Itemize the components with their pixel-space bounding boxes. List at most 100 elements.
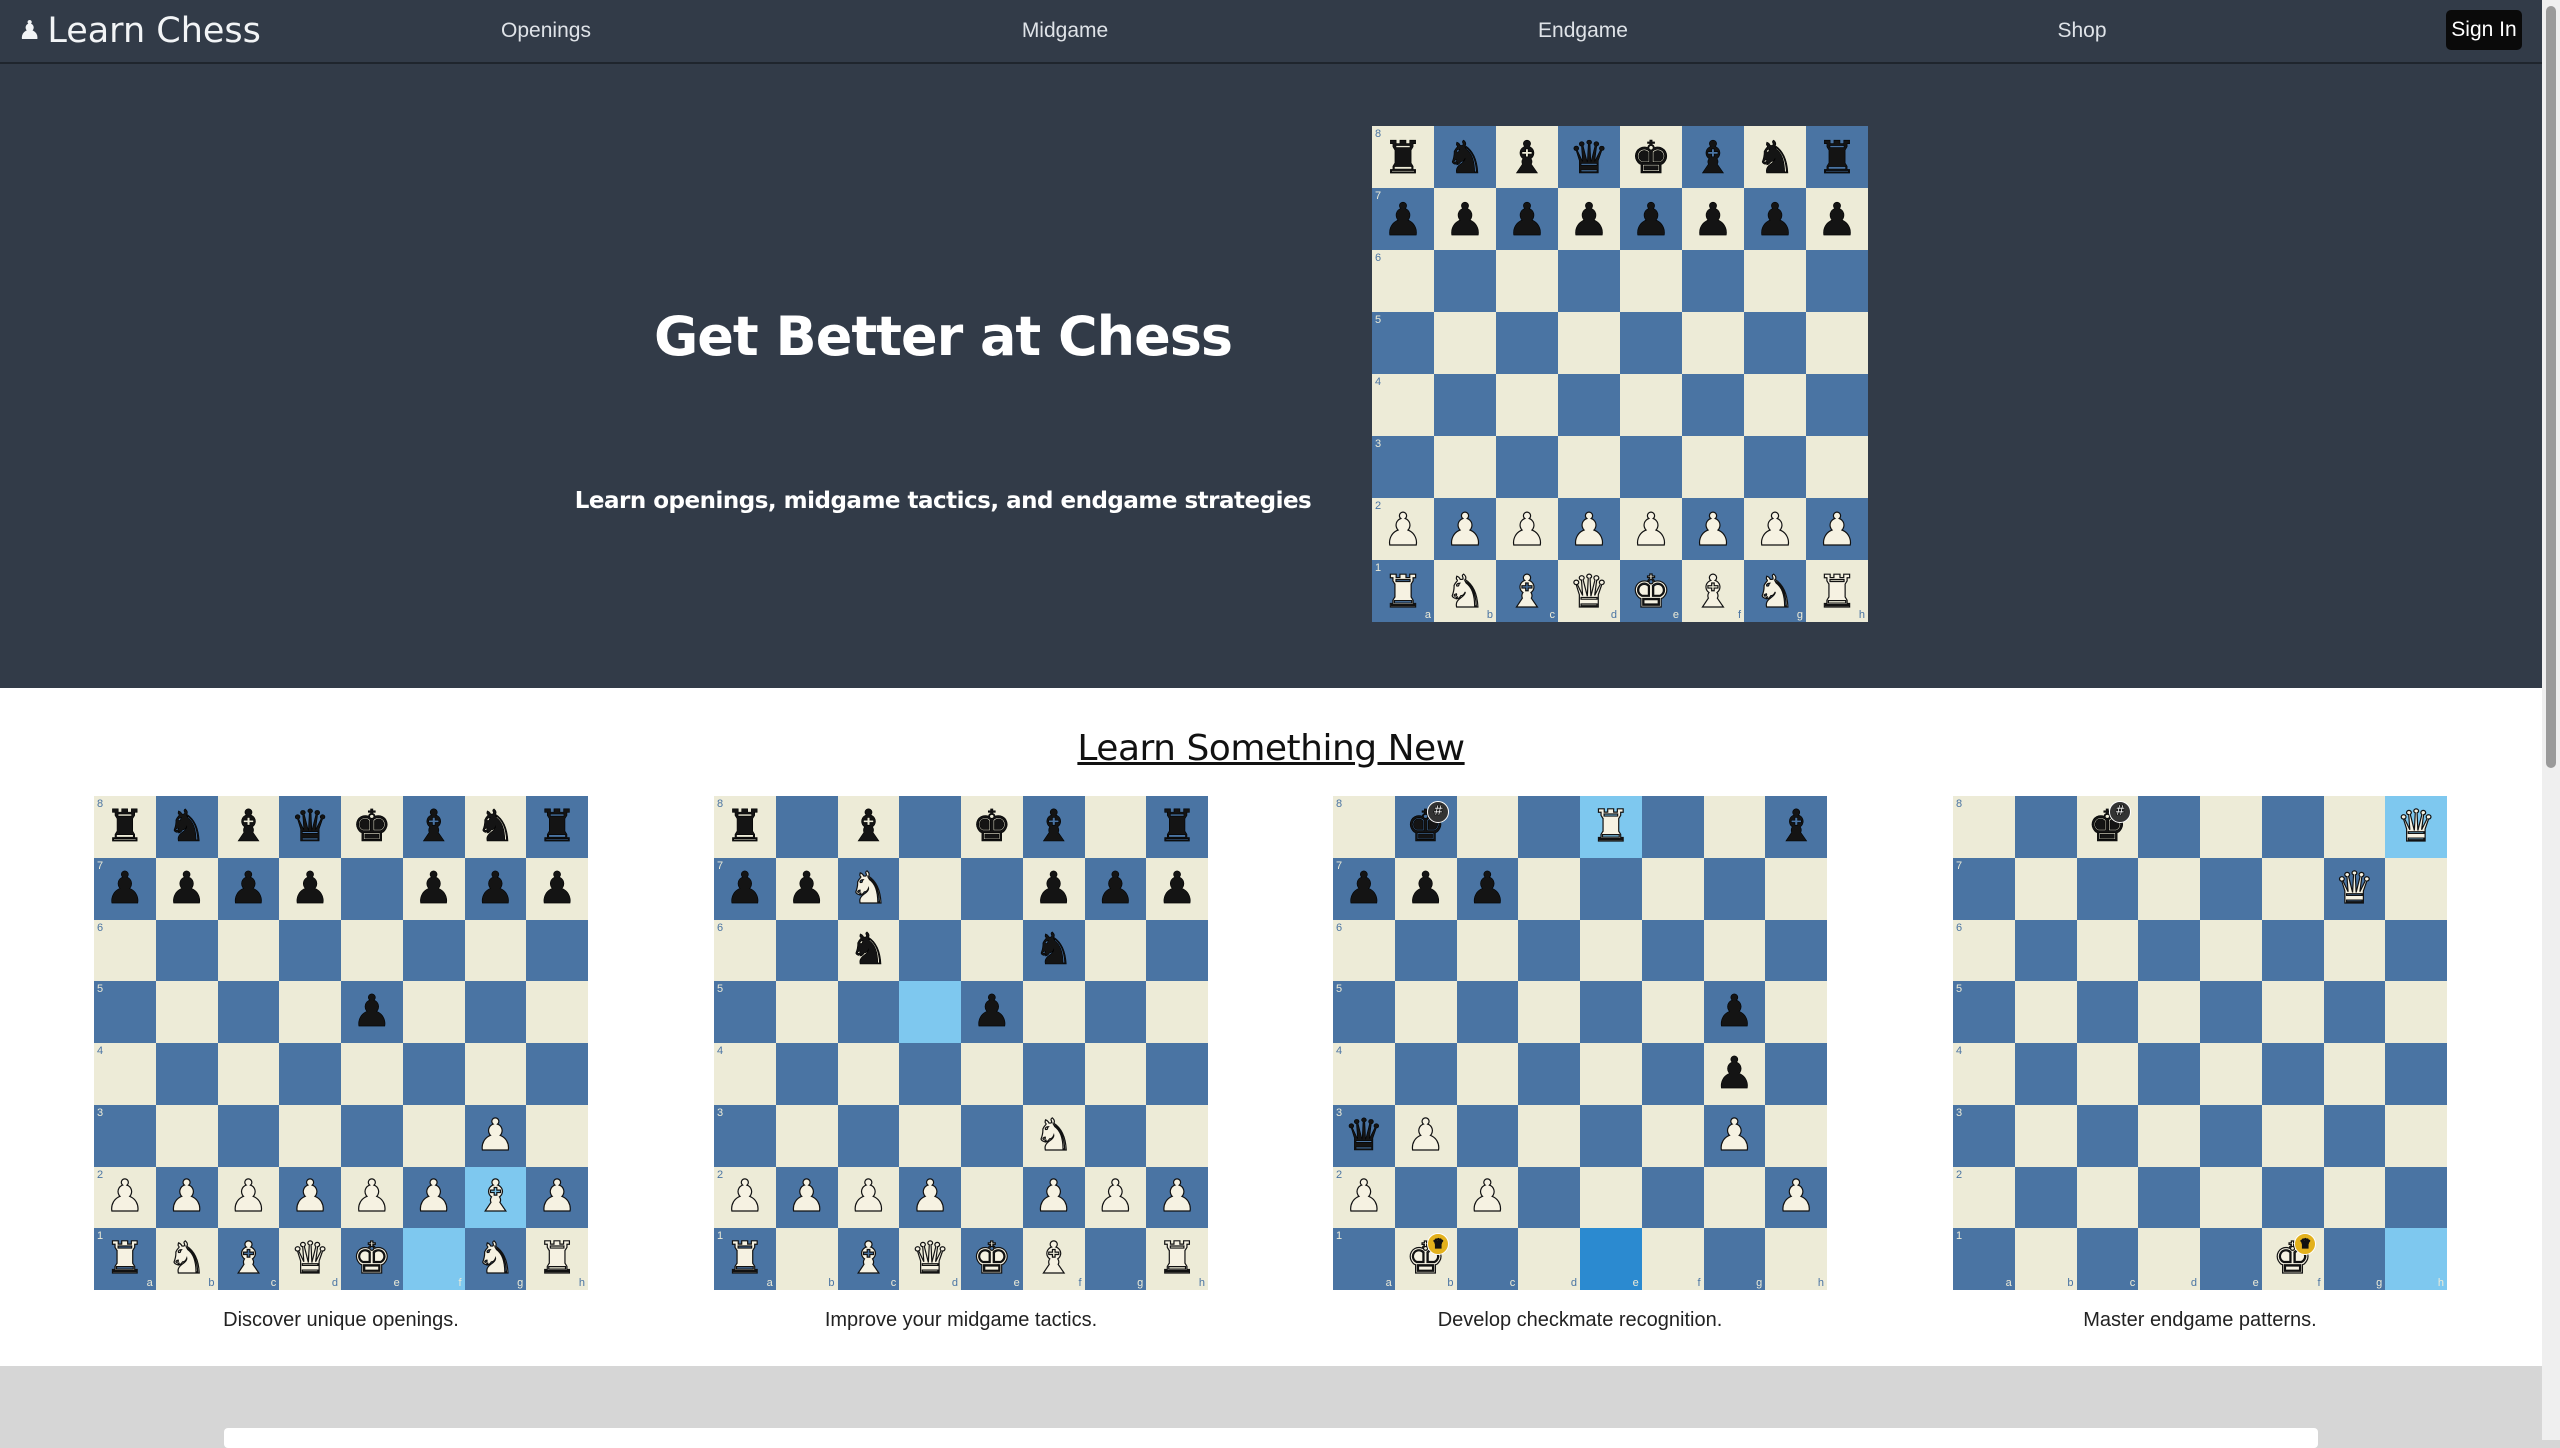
white-pawn-icon[interactable]: ♟ <box>1405 1113 1446 1158</box>
white-rook-icon[interactable]: ♜ <box>1816 568 1858 614</box>
square-h4[interactable] <box>1765 1043 1827 1105</box>
square-g7[interactable] <box>1703 857 1766 920</box>
brand-logo[interactable]: ♟ Learn Chess <box>18 0 261 62</box>
white-queen-icon[interactable]: ♛ <box>2396 804 2437 849</box>
square-a4[interactable]: 4 <box>1333 1043 1395 1105</box>
square-h5[interactable] <box>526 981 588 1043</box>
black-pawn-icon[interactable]: ♟ <box>725 866 765 911</box>
square-e3[interactable] <box>2200 1104 2262 1167</box>
white-pawn-icon[interactable]: ♟ <box>290 1174 331 1219</box>
square-d5[interactable] <box>279 981 341 1043</box>
white-pawn-icon[interactable]: ♟ <box>1568 506 1610 552</box>
black-king-icon[interactable]: ♚ <box>352 804 392 849</box>
black-pawn-icon[interactable]: ♟ <box>1693 196 1734 242</box>
square-e5[interactable] <box>1580 981 1642 1043</box>
square-b7[interactable]: ♟ <box>1434 188 1496 250</box>
square-c2[interactable]: ♟ <box>1496 498 1558 560</box>
square-f6[interactable] <box>1641 919 1704 982</box>
black-bishop-icon[interactable]: ♝ <box>1034 804 1074 849</box>
square-b2[interactable] <box>2014 1166 2077 1229</box>
square-f1[interactable]: f ♚ ♛ <box>2261 1228 2324 1290</box>
black-pawn-icon[interactable]: ♟ <box>787 866 827 911</box>
square-a7[interactable]: 7 ♟ <box>714 857 776 920</box>
square-b6[interactable] <box>2014 919 2077 982</box>
white-pawn-icon[interactable]: ♟ <box>1467 1174 1508 1219</box>
white-pawn-icon[interactable]: ♟ <box>1095 1174 1136 1219</box>
square-a4[interactable]: 4 <box>1953 1043 2015 1105</box>
black-pawn-icon[interactable]: ♟ <box>1406 866 1446 911</box>
square-h6[interactable] <box>1765 919 1827 982</box>
square-f6[interactable] <box>402 919 465 982</box>
black-bishop-icon[interactable]: ♝ <box>1507 134 1548 180</box>
square-a4[interactable]: 4 <box>1372 374 1434 436</box>
square-c3[interactable] <box>2076 1104 2139 1167</box>
square-g1[interactable]: g <box>1084 1228 1147 1290</box>
black-pawn-icon[interactable]: ♟ <box>414 866 454 911</box>
square-h2[interactable]: ♟ <box>1806 498 1868 560</box>
square-c8[interactable]: ♝ <box>217 796 280 858</box>
square-f4[interactable] <box>1682 374 1744 436</box>
square-b1[interactable]: b <box>775 1228 838 1290</box>
square-e1[interactable]: e ♚ <box>341 1228 403 1290</box>
square-b5[interactable] <box>155 981 218 1043</box>
square-h7[interactable]: ♟ <box>1806 188 1868 250</box>
white-rook-icon[interactable]: ♜ <box>725 1236 766 1281</box>
square-a6[interactable]: 6 <box>94 919 156 982</box>
square-d1[interactable]: d <box>1518 1228 1580 1290</box>
square-g8[interactable]: ♞ <box>464 796 527 858</box>
square-g6[interactable] <box>1084 919 1147 982</box>
square-f3[interactable] <box>402 1104 465 1167</box>
square-e5[interactable]: ♟ <box>341 981 403 1043</box>
white-bishop-icon[interactable]: ♝ <box>848 1236 889 1281</box>
nav-link-shop[interactable]: Shop <box>2057 0 2106 62</box>
square-h7[interactable] <box>2385 857 2447 920</box>
square-c8[interactable]: ♝ <box>837 796 900 858</box>
black-rook-icon[interactable]: ♜ <box>1383 134 1424 180</box>
square-e8[interactable]: ♚ <box>1620 126 1682 188</box>
black-queen-icon[interactable]: ♛ <box>290 804 330 849</box>
white-pawn-icon[interactable]: ♟ <box>1754 506 1796 552</box>
square-h6[interactable] <box>526 919 588 982</box>
square-c1[interactable]: c ♝ <box>217 1228 280 1290</box>
white-knight-icon[interactable]: ♞ <box>1754 568 1796 614</box>
square-f7[interactable]: ♟ <box>402 857 465 920</box>
square-b2[interactable] <box>1394 1166 1457 1229</box>
scrollbar-thumb[interactable] <box>2546 6 2556 768</box>
square-c6[interactable]: ♞ <box>837 919 900 982</box>
square-c7[interactable] <box>2076 857 2139 920</box>
square-g2[interactable]: ♝ <box>464 1166 527 1229</box>
white-rook-icon[interactable]: ♜ <box>1157 1236 1198 1281</box>
black-pawn-icon[interactable]: ♟ <box>1714 989 1754 1034</box>
white-bishop-icon[interactable]: ♝ <box>475 1174 516 1219</box>
square-d6[interactable] <box>279 919 341 982</box>
white-knight-icon[interactable]: ♞ <box>1033 1113 1074 1158</box>
square-d5[interactable] <box>2138 981 2200 1043</box>
square-d2[interactable]: ♟ <box>279 1166 341 1229</box>
square-c4[interactable] <box>217 1043 280 1105</box>
square-d4[interactable] <box>1558 374 1620 436</box>
square-h4[interactable] <box>2385 1043 2447 1105</box>
black-knight-icon[interactable]: ♞ <box>1445 134 1486 180</box>
square-e6[interactable] <box>961 919 1023 982</box>
black-knight-icon[interactable]: ♞ <box>475 804 515 849</box>
square-h7[interactable]: ♟ <box>1146 857 1208 920</box>
square-b4[interactable] <box>155 1043 218 1105</box>
white-pawn-icon[interactable]: ♟ <box>1157 1174 1198 1219</box>
square-e6[interactable] <box>2200 919 2262 982</box>
square-e7[interactable] <box>341 857 403 920</box>
black-rook-icon[interactable]: ♜ <box>105 804 145 849</box>
black-king-icon[interactable]: ♚ <box>1631 134 1672 180</box>
square-b3[interactable] <box>155 1104 218 1167</box>
black-king-icon[interactable]: ♚ <box>972 804 1012 849</box>
square-d2[interactable] <box>1518 1166 1580 1229</box>
white-pawn-icon[interactable]: ♟ <box>1714 1113 1755 1158</box>
square-d4[interactable] <box>279 1043 341 1105</box>
square-d5[interactable] <box>1518 981 1580 1043</box>
square-d7[interactable]: ♟ <box>279 857 341 920</box>
square-c6[interactable] <box>1496 250 1558 312</box>
square-e8[interactable]: ♜ <box>1580 796 1642 858</box>
square-e7[interactable] <box>1580 857 1642 920</box>
square-h5[interactable] <box>1146 981 1208 1043</box>
square-c1[interactable]: c <box>2076 1228 2139 1290</box>
square-a7[interactable]: 7 <box>1953 857 2015 920</box>
